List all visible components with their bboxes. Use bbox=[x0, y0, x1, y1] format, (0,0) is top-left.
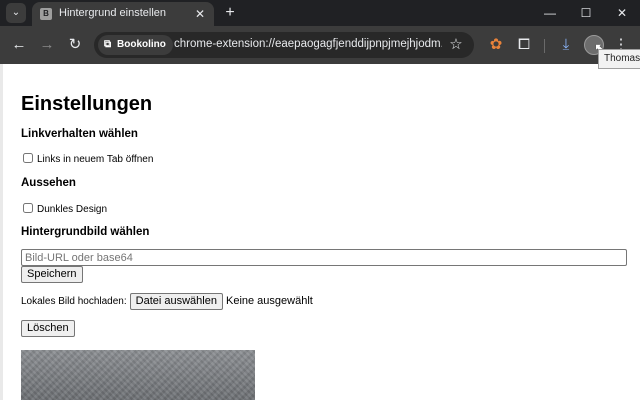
choose-file-button[interactable]: Datei auswählen bbox=[129, 293, 223, 310]
link-behavior-heading: Linkverhalten wählen bbox=[21, 128, 138, 140]
background-preview-image bbox=[21, 350, 255, 400]
active-tab[interactable]: B Hintergrund einstellen ✕ bbox=[32, 2, 214, 26]
extension-button[interactable]: ✿ bbox=[486, 35, 506, 55]
toolbar-divider bbox=[544, 39, 545, 53]
download-icon: ⤓ bbox=[562, 36, 570, 53]
forward-button[interactable]: → bbox=[37, 35, 57, 55]
tab-favicon-icon: B bbox=[40, 8, 52, 20]
extension-flower-icon: ✿ bbox=[489, 36, 503, 53]
tab-close-button[interactable]: ✕ bbox=[192, 6, 208, 22]
site-chip-label: Bookolino bbox=[117, 39, 166, 50]
back-arrow-icon: ← bbox=[11, 36, 27, 53]
downloads-button[interactable]: ⤓ bbox=[556, 35, 576, 55]
puzzle-icon: ⧠ bbox=[517, 36, 530, 53]
address-bar[interactable]: ⧉ Bookolino chrome-extension://eaepaogagf… bbox=[94, 32, 474, 58]
browser-toolbar: ← → ↻ ⧉ Bookolino chrome-extension://eaep… bbox=[0, 26, 640, 64]
maximize-icon: ☐ bbox=[580, 6, 592, 20]
star-icon: ☆ bbox=[449, 36, 463, 53]
minimize-button[interactable]: — bbox=[530, 0, 570, 26]
new-tab-label: Links in neuem Tab öffnen bbox=[37, 154, 154, 165]
upload-label: Lokales Bild hochladen: bbox=[21, 296, 127, 307]
forward-arrow-icon: → bbox=[39, 36, 55, 53]
profile-tooltip: Thomas bbox=[598, 49, 640, 69]
new-tab-checkbox[interactable] bbox=[23, 153, 33, 163]
new-tab-button[interactable]: + bbox=[220, 3, 240, 23]
tab-strip: ⌄ B Hintergrund einstellen ✕ + — ☐ ✕ bbox=[0, 0, 640, 26]
background-image-heading: Hintergrundbild wählen bbox=[21, 226, 150, 238]
upload-row: Lokales Bild hochladen: Datei auswählen Ke… bbox=[21, 293, 313, 310]
back-button[interactable]: ← bbox=[9, 35, 29, 55]
save-button[interactable]: Speichern bbox=[21, 266, 83, 283]
extensions-menu-button[interactable]: ⧠ bbox=[514, 35, 534, 55]
new-tab-option[interactable]: Links in neuem Tab öffnen bbox=[23, 153, 153, 165]
url-text[interactable]: chrome-extension://eaepaogagfjenddijpnpj… bbox=[174, 38, 442, 50]
dark-mode-option[interactable]: Dunkles Design bbox=[23, 203, 107, 215]
chevron-down-icon: ⌄ bbox=[11, 7, 21, 18]
reload-button[interactable]: ↻ bbox=[65, 35, 85, 55]
page-title: Einstellungen bbox=[21, 93, 153, 115]
minimize-icon: — bbox=[544, 6, 556, 20]
delete-button[interactable]: Löschen bbox=[21, 320, 75, 337]
dark-mode-checkbox[interactable] bbox=[23, 203, 33, 213]
bookmark-star-button[interactable]: ☆ bbox=[446, 35, 466, 55]
settings-page: Einstellungen Linkverhalten wählen Links… bbox=[0, 64, 640, 400]
close-icon: ✕ bbox=[194, 7, 206, 21]
appearance-heading: Aussehen bbox=[21, 177, 76, 189]
reload-icon: ↻ bbox=[68, 36, 82, 53]
background-url-input[interactable] bbox=[21, 249, 627, 266]
page-edge bbox=[0, 64, 3, 400]
window-close-button[interactable]: ✕ bbox=[602, 0, 640, 26]
dark-mode-label: Dunkles Design bbox=[37, 204, 108, 215]
no-file-selected-text: Keine ausgewählt bbox=[225, 295, 313, 307]
tab-search-button[interactable]: ⌄ bbox=[6, 3, 26, 23]
plus-icon: + bbox=[225, 4, 235, 21]
close-icon: ✕ bbox=[616, 6, 628, 20]
extension-icon: ⧉ bbox=[104, 39, 112, 50]
tab-title: Hintergrund einstellen bbox=[59, 7, 167, 19]
maximize-button[interactable]: ☐ bbox=[566, 0, 606, 26]
site-info-chip[interactable]: ⧉ Bookolino bbox=[98, 35, 173, 55]
